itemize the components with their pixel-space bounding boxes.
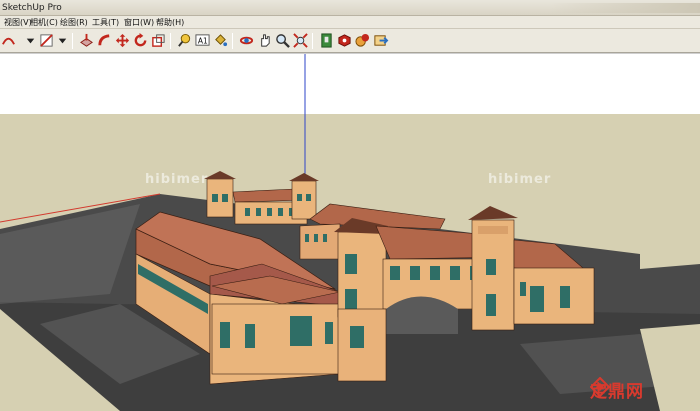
title-bar: SketchUp Pro xyxy=(0,0,700,16)
menu-camera[interactable]: 相机(C) xyxy=(30,17,58,28)
title-bar-fade xyxy=(550,3,700,13)
rotate-tool-button[interactable] xyxy=(132,32,149,49)
model-scene xyxy=(0,54,700,411)
shape-tool-button[interactable] xyxy=(38,32,55,49)
back-right-tower xyxy=(289,173,319,220)
toolbar: A1 xyxy=(0,29,700,53)
tape-measure-icon xyxy=(178,33,191,47)
follow-me-button[interactable] xyxy=(96,32,113,49)
arc-dropdown[interactable] xyxy=(22,32,39,49)
move-tool-button[interactable] xyxy=(114,32,131,49)
chevron-down-icon xyxy=(58,38,67,44)
window-title: SketchUp Pro xyxy=(2,3,62,13)
pan-button[interactable] xyxy=(256,32,273,49)
model-viewport[interactable]: hibimer hibimer 定鼎网 xyxy=(0,54,700,411)
menu-view[interactable]: 视图(V) xyxy=(4,17,32,28)
zoom-extents-button[interactable] xyxy=(292,32,309,49)
toolbar-separator xyxy=(232,33,233,49)
pan-icon xyxy=(261,34,270,47)
menu-help[interactable]: 帮助(H) xyxy=(156,17,184,28)
sky xyxy=(0,54,700,116)
right-tower xyxy=(468,206,518,331)
toolbar-separator xyxy=(170,33,171,49)
scale-icon xyxy=(152,34,165,47)
toolbar-separator xyxy=(72,33,73,49)
push-pull-icon xyxy=(80,33,93,47)
extension-button[interactable] xyxy=(372,32,389,49)
orbit-button[interactable] xyxy=(238,32,255,49)
scale-tool-button[interactable] xyxy=(150,32,167,49)
arc-tool-button[interactable] xyxy=(0,32,17,49)
watermark-left: hibimer xyxy=(145,172,209,187)
menu-tools[interactable]: 工具(T) xyxy=(92,17,119,28)
site-logo-icon xyxy=(590,377,610,397)
share-model-icon xyxy=(355,33,370,47)
menu-bar: 视图(V) 相机(C) 绘图(R) 工具(T) 窗口(W) 帮助(H) xyxy=(0,16,700,29)
site-logo: 定鼎网 xyxy=(590,377,644,402)
text-tool-button[interactable]: A1 xyxy=(194,32,211,49)
text-label-icon: A1 xyxy=(195,34,210,46)
tape-measure-button[interactable] xyxy=(176,32,193,49)
zoom-extents-icon xyxy=(293,33,308,48)
menu-window[interactable]: 窗口(W) xyxy=(124,17,154,28)
get-models-button[interactable] xyxy=(336,32,353,49)
warehouse-button[interactable] xyxy=(318,32,335,49)
sketchup-window: SketchUp Pro 视图(V) 相机(C) 绘图(R) 工具(T) 窗口(… xyxy=(0,0,700,411)
extension-icon xyxy=(374,35,389,46)
watermark-right: hibimer xyxy=(488,172,552,187)
pencil-arc-icon xyxy=(2,37,15,45)
front-left-pavilion xyxy=(211,275,343,375)
paint-bucket-icon xyxy=(215,34,228,47)
orbit-icon xyxy=(239,36,254,45)
zoom-button[interactable] xyxy=(274,32,291,49)
rotate-icon xyxy=(134,33,147,47)
zoom-icon xyxy=(276,34,290,48)
text-tool-label: A1 xyxy=(198,36,208,45)
eraser-shape-icon xyxy=(40,34,53,47)
paint-bucket-button[interactable] xyxy=(212,32,229,49)
get-models-icon xyxy=(338,34,351,47)
share-model-button[interactable] xyxy=(354,32,371,49)
warehouse-icon xyxy=(321,33,332,48)
follow-me-icon xyxy=(98,34,110,46)
push-pull-button[interactable] xyxy=(78,32,95,49)
move-icon xyxy=(115,33,130,48)
chevron-down-icon xyxy=(26,38,35,44)
shape-dropdown[interactable] xyxy=(54,32,71,49)
back-left-tower xyxy=(204,171,236,218)
toolbar-separator xyxy=(312,33,313,49)
menu-draw[interactable]: 绘图(R) xyxy=(60,17,88,28)
